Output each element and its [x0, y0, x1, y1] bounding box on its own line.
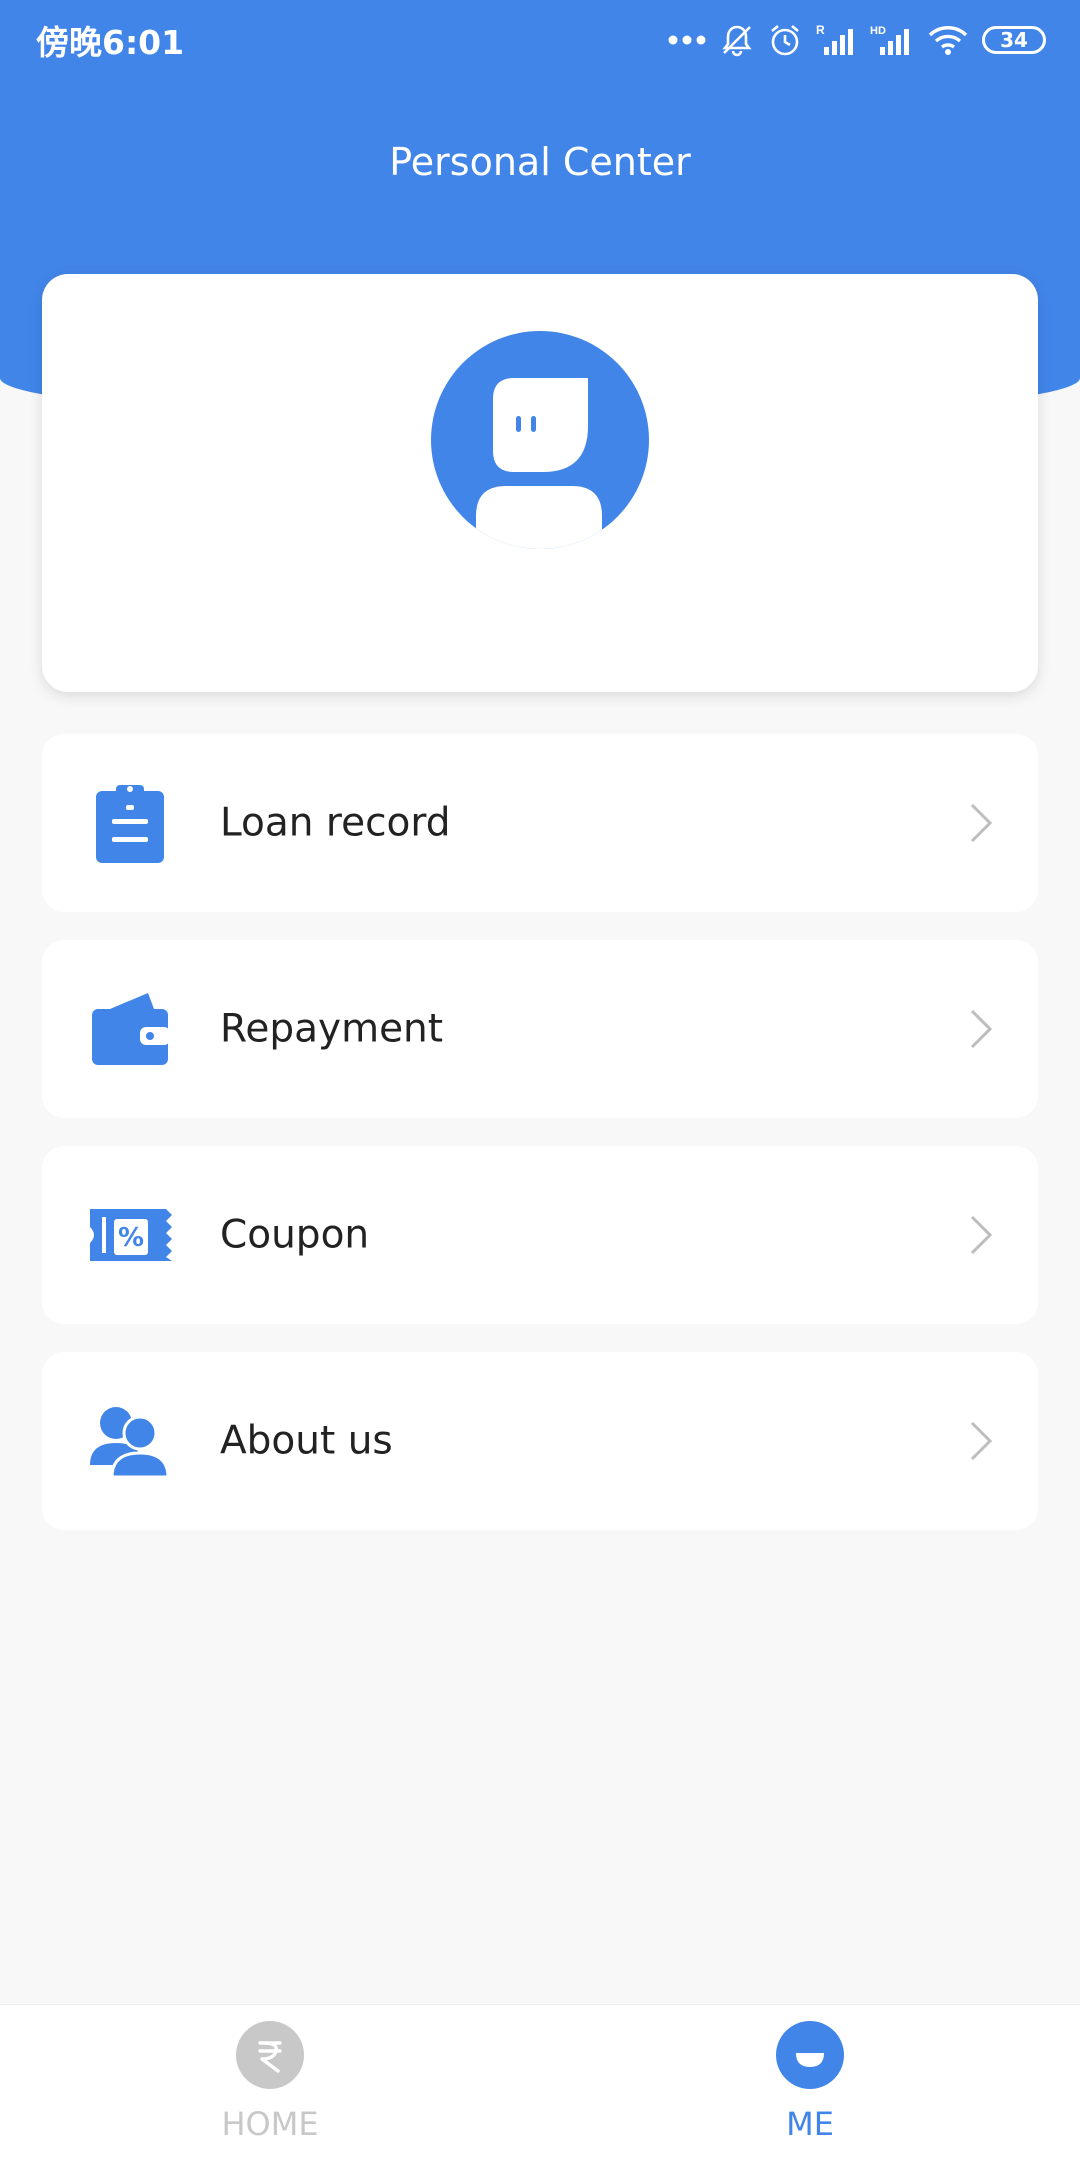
avatar[interactable] [431, 331, 649, 549]
tab-me[interactable]: ME [540, 2005, 1080, 2161]
mute-bell-icon [722, 25, 752, 57]
menu-item-label: About us [220, 1418, 393, 1464]
alarm-icon [771, 25, 799, 56]
svg-text:%: % [118, 1223, 144, 1253]
signal-r-icon: R [816, 23, 853, 55]
menu-item-label: Loan record [220, 800, 451, 846]
menu-item-label: Coupon [220, 1212, 370, 1258]
page-title: Personal Center [389, 140, 691, 184]
menu-item-coupon[interactable]: % Coupon [42, 1146, 1038, 1324]
wifi-icon [928, 26, 968, 55]
me-icon [776, 2021, 844, 2089]
more-dots-icon [668, 35, 706, 45]
battery-icon: 34 [982, 26, 1046, 54]
menu-item-loan-record[interactable]: Loan record [42, 734, 1038, 912]
tab-label: ME [786, 2105, 834, 2143]
profile-card [42, 274, 1038, 692]
status-bar: 傍晚6:01 R HD 34 [0, 0, 1080, 76]
svg-text:HD: HD [870, 25, 886, 37]
bottom-nav: HOME ME [0, 2004, 1080, 2161]
tab-home[interactable]: HOME [0, 2005, 540, 2161]
avatar-icon [476, 378, 602, 549]
svg-text:R: R [816, 23, 825, 37]
users-icon [86, 1397, 174, 1485]
tab-label: HOME [221, 2105, 319, 2143]
chevron-right-icon [970, 1215, 993, 1255]
menu-item-repayment[interactable]: Repayment [42, 940, 1038, 1118]
chevron-right-icon [970, 1009, 993, 1049]
coupon-icon: % [86, 1191, 174, 1279]
signal-hd-icon: HD [870, 25, 909, 55]
wallet-icon [86, 985, 174, 1073]
chevron-right-icon [970, 1421, 993, 1461]
chevron-right-icon [970, 803, 993, 843]
status-icons: R HD 34 [668, 18, 1046, 62]
menu-item-label: Repayment [220, 1006, 444, 1052]
status-time: 傍晚6:01 [36, 23, 185, 62]
menu-item-about-us[interactable]: About us [42, 1352, 1038, 1530]
rupee-icon [236, 2021, 304, 2089]
clipboard-icon [86, 779, 174, 867]
